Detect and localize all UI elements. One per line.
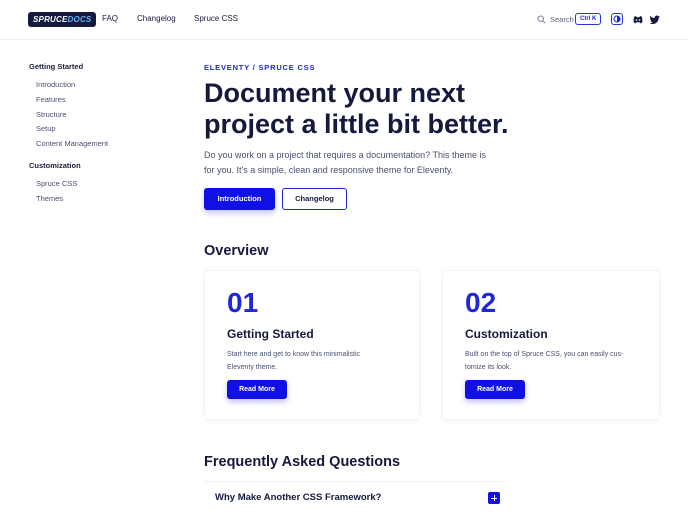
sidebar-item-content-management[interactable]: Content Management [36, 139, 108, 148]
page-title-line-1: Document your next [204, 78, 466, 108]
read-more-button[interactable]: Read More [465, 380, 525, 399]
sidebar-group-customization: Customization [29, 161, 81, 170]
sidebar-item-structure[interactable]: Structure [36, 110, 66, 119]
logo-text-accent: DOCS [67, 15, 92, 24]
card-title: Getting Started [227, 327, 314, 341]
faq-heading: Frequently Asked Questions [204, 454, 401, 470]
search-button[interactable]: Search [537, 13, 574, 26]
faq-question: Why Make Another CSS Framework? [215, 492, 382, 503]
nav-spruce-css[interactable]: Spruce CSS [194, 14, 238, 23]
card-description: Built on the top of Spruce CSS, you can … [465, 348, 650, 374]
sidebar-item-features[interactable]: Features [36, 95, 66, 104]
card-number: 01 [227, 287, 259, 318]
page-title: Document your next project a little bit … [204, 78, 534, 140]
theme-toggle-icon[interactable] [611, 13, 623, 25]
search-shortcut-badge: Ctrl K [575, 13, 602, 25]
introduction-button[interactable]: Introduction [204, 188, 275, 210]
overview-heading: Overview [204, 243, 269, 259]
changelog-button[interactable]: Changelog [282, 188, 347, 210]
plus-icon[interactable] [488, 492, 500, 504]
nav-faq[interactable]: FAQ [102, 14, 118, 23]
search-label: Search [550, 15, 574, 24]
search-icon [537, 15, 546, 24]
page-title-line-2: project a little bit better. [204, 109, 509, 139]
card-description-line-1: Start here and get to know this minimali… [227, 351, 361, 358]
logo-text-primary: SPRUCE [33, 15, 68, 24]
card-description-line-2: tomize its look. [465, 364, 512, 371]
hero-description: Do you work on a project that requires a… [204, 148, 524, 177]
logo[interactable]: SPRUCEDOCS [28, 12, 97, 27]
faq-item[interactable]: Why Make Another CSS Framework? [204, 481, 504, 512]
sidebar-item-introduction[interactable]: Introduction [36, 80, 75, 89]
card-description-line-1: Built on the top of Spruce CSS, you can … [465, 351, 624, 358]
hero-description-line-1: Do you work on a project that requires a… [204, 150, 486, 160]
chevron-right-icon: › [235, 14, 238, 23]
read-more-button[interactable]: Read More [227, 380, 287, 399]
overview-card-getting-started: 01 Getting Started Start here and get to… [204, 270, 420, 420]
breadcrumb-eyebrow: ELEVENTY / SPRUCE CSS [204, 63, 316, 72]
card-title: Customization [465, 327, 548, 341]
top-header: SPRUCEDOCS FAQ Changelog Spruce CSS › Se… [0, 0, 688, 40]
card-description-line-2: Eleventy theme. [227, 364, 278, 371]
overview-card-customization: 02 Customization Built on the top of Spr… [442, 270, 660, 420]
sidebar-item-spruce-css[interactable]: Spruce CSS [36, 179, 77, 188]
sidebar-group-getting-started: Getting Started [29, 62, 84, 71]
twitter-icon[interactable] [649, 13, 661, 25]
github-icon[interactable] [632, 13, 644, 25]
card-number: 02 [465, 287, 497, 318]
sidebar-item-setup[interactable]: Setup [36, 124, 56, 133]
nav-changelog[interactable]: Changelog [137, 14, 176, 23]
card-description: Start here and get to know this minimali… [227, 348, 397, 374]
sidebar-item-themes[interactable]: Themes [36, 194, 63, 203]
hero-description-line-2: for you. It's a simple, clean and respon… [204, 164, 454, 175]
